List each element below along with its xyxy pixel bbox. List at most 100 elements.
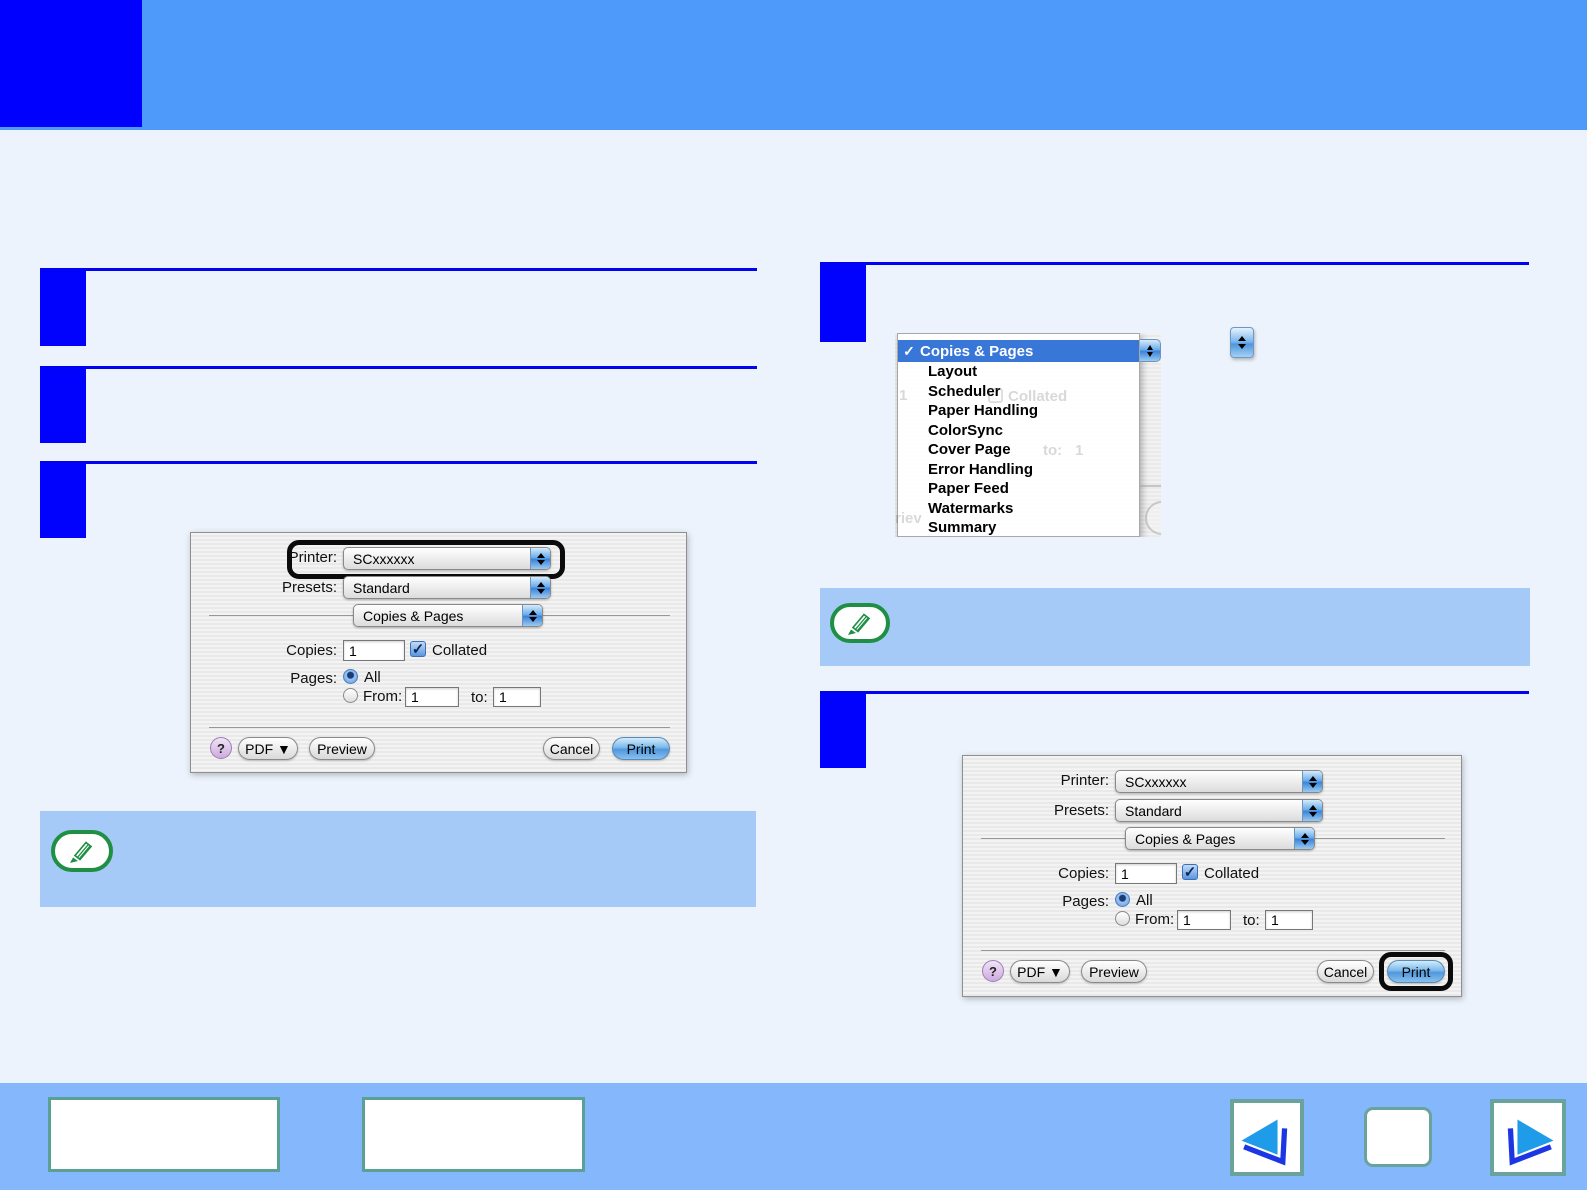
contents-button[interactable] <box>1364 1107 1432 1167</box>
help-button[interactable]: ? <box>982 960 1004 982</box>
help-button[interactable]: ? <box>210 737 232 759</box>
step-rule <box>40 366 757 369</box>
pane-popup[interactable]: Copies & Pages <box>353 604 543 627</box>
popup-stepper-icon <box>1140 339 1161 362</box>
menu-item[interactable]: Cover Page <box>898 440 1139 460</box>
previous-page-button[interactable] <box>1230 1099 1304 1176</box>
divider <box>209 727 670 728</box>
previous-arrow-icon <box>1241 1119 1288 1165</box>
popup-stepper-icon <box>1302 771 1322 792</box>
copies-field[interactable]: 1 <box>343 640 405 661</box>
collated-label: Collated <box>1204 865 1260 882</box>
copies-label: Copies: <box>1058 865 1109 882</box>
footer-link-box-1[interactable] <box>48 1097 280 1172</box>
menu-item[interactable]: Watermarks <box>898 499 1139 519</box>
copies-label: Copies: <box>286 642 337 659</box>
next-arrow-icon <box>1507 1119 1554 1165</box>
print-button[interactable]: Print <box>612 737 670 760</box>
presets-popup[interactable]: Standard <box>343 576 551 599</box>
menu-item[interactable]: Summary <box>898 518 1139 537</box>
stepper-icon-callout <box>1230 327 1254 358</box>
presets-label: Presets: <box>281 579 337 596</box>
print-button[interactable]: Print <box>1387 960 1445 983</box>
pages-all-label: All <box>364 669 381 686</box>
presets-popup-value: Standard <box>353 579 410 596</box>
printer-popup-value: SCxxxxxx <box>353 550 415 567</box>
ghost-divider <box>1140 485 1161 487</box>
note-badge <box>51 830 113 872</box>
menu-item[interactable]: Layout <box>898 362 1139 382</box>
note-box <box>820 588 1530 666</box>
step-marker <box>40 369 86 443</box>
print-dialog-screenshot-1: Printer: SCxxxxxx Presets: Standard Copi… <box>190 532 687 773</box>
cancel-button[interactable]: Cancel <box>1317 960 1374 983</box>
collated-checkbox[interactable]: ✓ <box>410 641 426 657</box>
header-chapter-block <box>0 0 142 127</box>
menu-item[interactable]: Paper Handling <box>898 401 1139 421</box>
pages-label: Pages: <box>290 670 337 687</box>
preview-button[interactable]: Preview <box>1081 960 1147 983</box>
menu-item[interactable]: Scheduler <box>898 382 1139 402</box>
printer-popup-value: SCxxxxxx <box>1125 773 1187 790</box>
next-page-button[interactable] <box>1490 1099 1566 1176</box>
pages-all-label: All <box>1136 892 1153 909</box>
print-dialog-screenshot-2: Printer: SCxxxxxx Presets: Standard Copi… <box>962 755 1462 997</box>
pane-popup[interactable]: Copies & Pages <box>1125 827 1315 850</box>
pages-to-field[interactable]: 1 <box>493 687 541 707</box>
preview-button[interactable]: Preview <box>309 737 375 760</box>
header-bar <box>0 0 1587 130</box>
step-marker <box>40 464 86 538</box>
note-box <box>40 811 756 907</box>
printer-label: Printer: <box>288 549 337 566</box>
popup-stepper-icon <box>1294 828 1314 849</box>
step-marker <box>820 694 866 768</box>
collated-label: Collated <box>432 642 488 659</box>
popup-stepper-icon <box>530 548 550 569</box>
pencil-icon <box>848 613 871 635</box>
pdf-button[interactable]: PDF ▼ <box>238 737 298 760</box>
divider <box>981 950 1445 951</box>
cancel-button[interactable]: Cancel <box>543 737 600 760</box>
step-rule <box>40 268 757 271</box>
pane-menu-screenshot: 1 Collated to: 1 riev ✓ Copies & Pages L… <box>895 333 1161 537</box>
pages-label: Pages: <box>1062 893 1109 910</box>
pencil-icon <box>70 841 93 863</box>
pages-from-field[interactable]: 1 <box>1177 910 1231 930</box>
copies-field[interactable]: 1 <box>1115 863 1177 884</box>
checkmark-icon: ✓ <box>903 342 915 359</box>
presets-label: Presets: <box>1053 802 1109 819</box>
popup-stepper-icon <box>522 605 542 626</box>
presets-popup[interactable]: Standard <box>1115 799 1323 822</box>
pages-from-label: From: <box>363 688 403 705</box>
menu-item-label: Copies & Pages <box>920 342 1034 360</box>
pages-from-radio[interactable] <box>1115 911 1130 926</box>
menu-item[interactable]: Error Handling <box>898 460 1139 480</box>
step-marker <box>820 265 866 342</box>
popup-stepper-icon <box>1302 800 1322 821</box>
pages-all-radio[interactable] <box>1115 892 1130 907</box>
manual-page: { "page": { "header_bar_color": "#4D9AFA… <box>0 0 1587 1190</box>
printer-popup[interactable]: SCxxxxxx <box>1115 770 1323 793</box>
pdf-button[interactable]: PDF ▼ <box>1010 960 1070 983</box>
pages-from-radio[interactable] <box>343 688 358 703</box>
step-marker <box>40 271 86 346</box>
pages-to-label: to: <box>1243 912 1260 929</box>
step-rule <box>820 262 1529 265</box>
collated-checkbox[interactable]: ✓ <box>1182 864 1198 880</box>
pages-from-label: From: <box>1135 911 1175 928</box>
popup-stepper-icon <box>530 577 550 598</box>
pages-from-field[interactable]: 1 <box>405 687 459 707</box>
pages-to-label: to: <box>471 689 488 706</box>
printer-popup[interactable]: SCxxxxxx <box>343 547 551 570</box>
menu-item-selected[interactable]: ✓ Copies & Pages <box>898 340 1139 362</box>
ghost-button-edge <box>1145 501 1161 535</box>
pane-popup-value: Copies & Pages <box>1135 830 1236 847</box>
pane-popup-value: Copies & Pages <box>363 607 464 624</box>
step-rule <box>40 461 757 464</box>
note-badge <box>830 603 890 643</box>
menu-item[interactable]: ColorSync <box>898 421 1139 441</box>
footer-link-box-2[interactable] <box>362 1097 585 1172</box>
pages-to-field[interactable]: 1 <box>1265 910 1313 930</box>
menu-item[interactable]: Paper Feed <box>898 479 1139 499</box>
pages-all-radio[interactable] <box>343 669 358 684</box>
